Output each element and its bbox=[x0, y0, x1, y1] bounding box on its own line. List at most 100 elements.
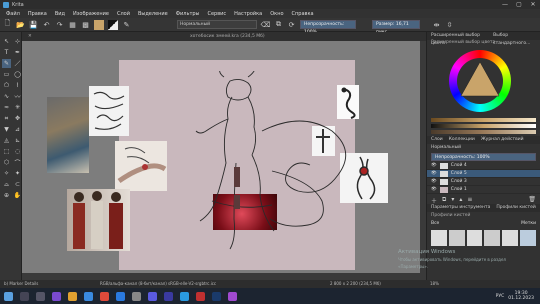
krita-icon[interactable] bbox=[227, 291, 237, 301]
search-icon[interactable] bbox=[19, 291, 29, 301]
menu-view[interactable]: Вид bbox=[51, 11, 69, 17]
pattern-icon[interactable]: ▩ bbox=[81, 20, 90, 29]
character-lineart[interactable] bbox=[152, 71, 352, 271]
foreground-color-swatch[interactable] bbox=[94, 19, 104, 30]
line-tool-icon[interactable]: ／ bbox=[13, 59, 22, 68]
store-icon[interactable] bbox=[83, 291, 93, 301]
menu-help[interactable]: Справка bbox=[288, 11, 318, 17]
rectangle-tool-icon[interactable]: ▭ bbox=[2, 70, 11, 79]
eraser-icon[interactable]: ⌫ bbox=[261, 20, 271, 29]
text-tool-icon[interactable]: T bbox=[2, 48, 11, 57]
open-file-icon[interactable]: 📂 bbox=[16, 20, 25, 29]
new-file-icon[interactable]: 🗋 bbox=[3, 19, 12, 29]
menu-tools[interactable]: Сервис bbox=[203, 11, 230, 17]
ellipse-tool-icon[interactable]: ◯ bbox=[13, 70, 22, 79]
menu-layer[interactable]: Слой bbox=[113, 11, 134, 17]
add-layer-icon[interactable]: ＋ bbox=[431, 196, 437, 205]
tab-standard-color[interactable]: Выбор стандартного... bbox=[493, 32, 540, 46]
color-strips[interactable] bbox=[427, 116, 540, 134]
reference-image-costumes[interactable] bbox=[67, 189, 130, 251]
explorer-icon[interactable] bbox=[67, 291, 77, 301]
status-zoom[interactable]: 18% bbox=[430, 280, 439, 288]
menu-filters[interactable]: Фильтры bbox=[172, 11, 204, 17]
polyline-tool-icon[interactable]: ⌇ bbox=[13, 81, 22, 90]
move-up-icon[interactable]: ▴ bbox=[459, 196, 462, 203]
magnetic-select-icon[interactable]: ⊂ bbox=[13, 180, 22, 189]
assistant-tool-icon[interactable]: ◬ bbox=[2, 136, 11, 145]
measure-tool-icon[interactable]: ⊾ bbox=[13, 136, 22, 145]
brush-tool-icon[interactable]: ✎ bbox=[2, 59, 11, 68]
horizontal-scrollbar[interactable] bbox=[22, 273, 426, 280]
brush-tag-select[interactable]: Метки bbox=[521, 219, 536, 228]
move-tool-icon[interactable]: ✥ bbox=[13, 114, 22, 123]
brush-preset-tile[interactable] bbox=[502, 230, 519, 246]
bezier-select-icon[interactable]: ⌓ bbox=[2, 180, 11, 189]
menu-image[interactable]: Изображение bbox=[69, 11, 113, 17]
brush-preset-tile[interactable] bbox=[520, 230, 536, 246]
start-icon[interactable] bbox=[3, 291, 13, 301]
tab-advanced-color[interactable]: Расширенный выбор цвета bbox=[431, 32, 487, 46]
settings-icon[interactable] bbox=[131, 291, 141, 301]
layer-row[interactable]: 👁 Слой 4 bbox=[427, 162, 540, 170]
color-selector[interactable] bbox=[427, 46, 540, 116]
select-tool-icon[interactable]: ↖ bbox=[2, 37, 11, 46]
menu-window[interactable]: Окно bbox=[266, 11, 287, 17]
redo-icon[interactable]: ↷ bbox=[55, 20, 64, 29]
canvas-area[interactable] bbox=[22, 41, 420, 273]
mirror-icon[interactable]: ⇹ bbox=[432, 20, 441, 29]
multibrush-icon[interactable]: ✳ bbox=[13, 103, 22, 112]
tab-layers[interactable]: Слои bbox=[431, 136, 443, 144]
blend-mode-select[interactable]: Нормальный bbox=[177, 20, 257, 29]
document-tab[interactable]: хотебосик змеей.kra (234,5 Мб) bbox=[190, 32, 265, 41]
save-icon[interactable]: 💾 bbox=[29, 20, 38, 29]
menu-select[interactable]: Выделение bbox=[134, 11, 172, 17]
zoom-tool-icon[interactable]: ⊕ bbox=[2, 191, 11, 200]
freehand-select-icon[interactable]: ⌒ bbox=[13, 158, 22, 167]
delete-layer-icon[interactable]: 🗑 bbox=[528, 196, 536, 203]
tab-close-icon[interactable]: ✕ bbox=[28, 32, 32, 41]
brush-preset-tile[interactable] bbox=[484, 230, 501, 246]
clock[interactable]: 19:30 01.12.2023 bbox=[508, 291, 534, 301]
contiguous-select-icon[interactable]: ✧ bbox=[2, 169, 11, 178]
layer-blend-mode[interactable]: Нормальный bbox=[427, 144, 540, 152]
undo-icon[interactable]: ↶ bbox=[42, 20, 51, 29]
menu-file[interactable]: Файл bbox=[2, 11, 24, 17]
telegram-icon[interactable] bbox=[179, 291, 189, 301]
brush-preset-tile[interactable] bbox=[466, 230, 483, 246]
tab-history[interactable]: Журнал действий bbox=[481, 136, 524, 144]
brush-filter-select[interactable]: Все bbox=[431, 219, 439, 228]
reference-image-anime-girl[interactable] bbox=[47, 97, 89, 173]
layer-row[interactable]: 👁 Слой 1 bbox=[427, 186, 540, 194]
tab-brush-presets[interactable]: Профили кистей bbox=[496, 204, 535, 212]
ellipse-select-icon[interactable]: ◌ bbox=[13, 147, 22, 156]
move-down-icon[interactable]: ▾ bbox=[451, 196, 454, 203]
pan-tool-icon[interactable]: ✋ bbox=[13, 191, 22, 200]
refresh-icon[interactable]: ⟳ bbox=[287, 20, 296, 29]
app-icon[interactable] bbox=[163, 291, 173, 301]
brush-preset-tile[interactable] bbox=[431, 230, 447, 246]
eye-icon[interactable]: 👁 bbox=[431, 163, 437, 168]
layer-row[interactable]: 👁 Слой 3 bbox=[427, 178, 540, 186]
polygon-select-icon[interactable]: ⬡ bbox=[2, 158, 11, 167]
language-indicator[interactable]: РУС bbox=[496, 294, 505, 299]
eye-icon[interactable]: 👁 bbox=[431, 171, 437, 176]
tab-collections[interactable]: Коллекции bbox=[449, 136, 475, 144]
crop-tool-icon[interactable]: ⌗ bbox=[2, 114, 11, 123]
gradient-icon[interactable]: ▦ bbox=[68, 20, 77, 29]
similar-select-icon[interactable]: ✦ bbox=[13, 169, 22, 178]
brush-preset-icon[interactable]: ✎ bbox=[122, 20, 131, 29]
reference-image-tattoo-sketches[interactable] bbox=[89, 86, 129, 136]
freehand-path-icon[interactable]: 〰 bbox=[13, 92, 22, 101]
app-icon[interactable] bbox=[51, 291, 61, 301]
rect-select-icon[interactable]: ⬚ bbox=[2, 147, 11, 156]
app-icon[interactable] bbox=[195, 291, 205, 301]
eye-icon[interactable]: 👁 bbox=[431, 179, 437, 184]
mirror-vertical-icon[interactable]: ⇳ bbox=[445, 20, 454, 29]
layer-properties-icon[interactable]: ≡ bbox=[467, 196, 472, 203]
photoshop-icon[interactable] bbox=[211, 291, 221, 301]
task-view-icon[interactable] bbox=[35, 291, 45, 301]
tab-tool-options[interactable]: Параметры инструмента bbox=[431, 204, 490, 212]
duplicate-layer-icon[interactable]: ⧉ bbox=[442, 196, 446, 203]
chrome-icon[interactable] bbox=[99, 291, 109, 301]
edge-icon[interactable] bbox=[115, 291, 125, 301]
